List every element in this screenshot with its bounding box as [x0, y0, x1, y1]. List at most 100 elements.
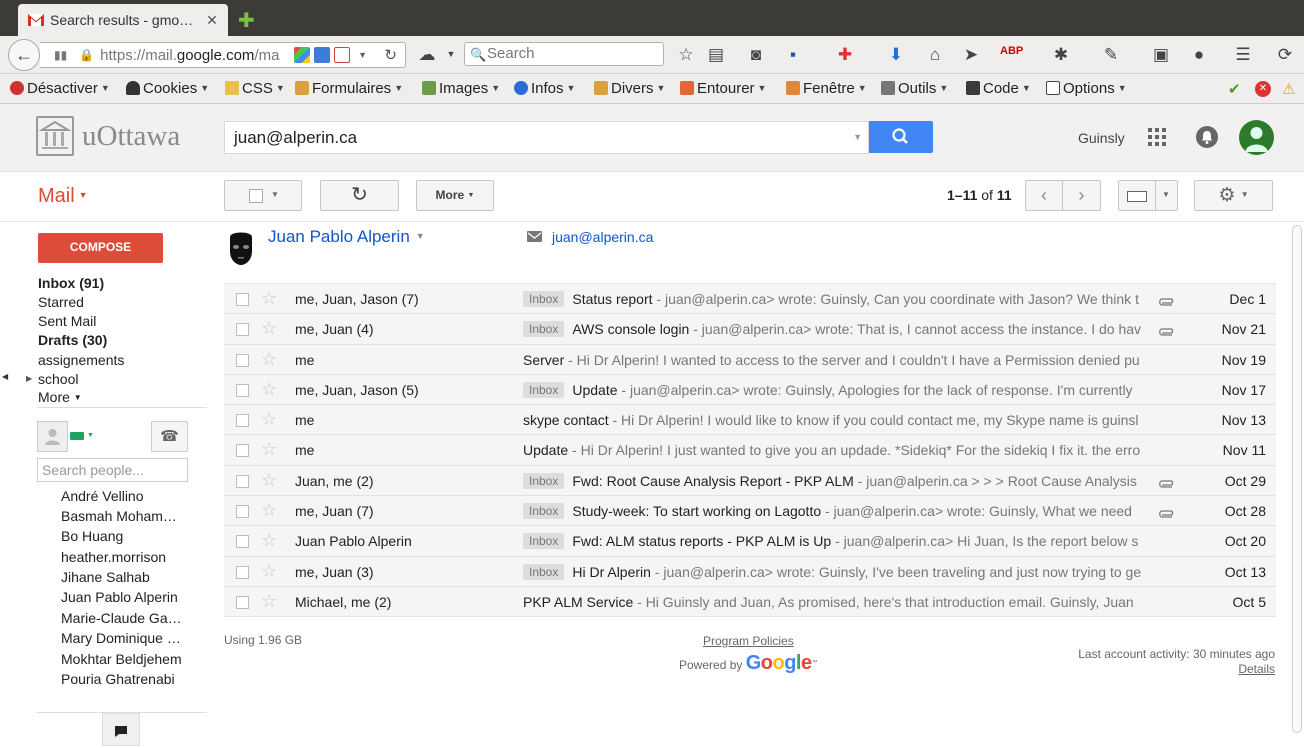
email-row[interactable]: ☆ me Update - Hi Dr Alperin! I just wanted…: [224, 435, 1276, 466]
row-checkbox[interactable]: [236, 565, 249, 579]
email-row[interactable]: ☆ Michael, me (2) PKP ALM Service - Hi Gui…: [224, 586, 1276, 618]
sidebar-item-starred[interactable]: Starred: [38, 294, 84, 310]
cloud-icon[interactable]: ☁: [416, 45, 438, 65]
mail-search-input[interactable]: juan@alperin.ca ▼: [224, 121, 869, 154]
video-call-icon[interactable]: [70, 432, 84, 440]
row-checkbox[interactable]: [236, 535, 249, 549]
people-search-input[interactable]: Search people...: [37, 458, 188, 482]
star-icon[interactable]: ☆: [261, 500, 277, 521]
inbox-label[interactable]: Inbox: [523, 381, 565, 398]
row-checkbox[interactable]: [236, 444, 249, 458]
eyedropper-icon[interactable]: ✎: [1100, 45, 1122, 65]
sidebar-item-drafts[interactable]: Drafts (30): [38, 332, 107, 348]
account-name[interactable]: Guinsly: [1078, 130, 1125, 146]
email-row[interactable]: ☆ me Server - Hi Dr Alperin! I wanted to a…: [224, 344, 1276, 375]
star-icon[interactable]: ☆: [261, 591, 277, 612]
tab-close-icon[interactable]: ✕: [202, 12, 222, 29]
contact-dropdown-icon[interactable]: ▼: [416, 231, 425, 241]
home-icon[interactable]: ⌂: [924, 45, 946, 65]
reading-list-icon[interactable]: ▤: [705, 45, 727, 65]
email-row[interactable]: ☆ me, Juan (3) Inbox Hi Dr Alperin - juan@a…: [224, 556, 1276, 587]
addon-bug-icon[interactable]: ✱: [1050, 45, 1072, 65]
row-checkbox[interactable]: [236, 323, 249, 337]
inbox-label[interactable]: Inbox: [523, 563, 565, 580]
account-avatar[interactable]: [1239, 120, 1274, 155]
adblock-icon[interactable]: ABP: [1000, 45, 1023, 57]
pocket-icon[interactable]: ◙: [745, 45, 767, 65]
program-policies-link[interactable]: Program Policies: [703, 634, 794, 648]
star-icon[interactable]: ☆: [261, 288, 277, 309]
wd-options-menu[interactable]: Options ▼: [1046, 80, 1127, 97]
row-checkbox[interactable]: [236, 505, 249, 519]
save-page-icon[interactable]: ▣: [1150, 45, 1172, 65]
compose-button[interactable]: COMPOSE: [38, 233, 163, 263]
email-row[interactable]: ☆ me, Juan, Jason (5) Inbox Update - juan@a…: [224, 374, 1276, 406]
expand-label-icon[interactable]: ▶: [26, 374, 32, 383]
hangouts-avatar[interactable]: [37, 421, 68, 452]
back-button[interactable]: ←: [8, 39, 40, 71]
save-disk-icon[interactable]: ▪: [782, 45, 804, 65]
contact-item[interactable]: Bo Huang: [61, 528, 123, 544]
bookmark-star-icon[interactable]: ☆: [675, 45, 697, 65]
sidebar-item-assignements[interactable]: assignements: [38, 352, 124, 368]
url-bar[interactable]: ▮▮ 🔒 https://mail.google.com/ma ▼ ↻: [40, 42, 406, 68]
sidebar-item-inbox[interactable]: Inbox (91): [38, 275, 104, 291]
email-row[interactable]: ☆ Juan, me (2) Inbox Fwd: Root Cause Analys…: [224, 465, 1276, 497]
input-tools-button[interactable]: ▼: [1118, 180, 1178, 211]
new-tab-icon[interactable]: ✚: [238, 8, 255, 33]
refresh-button[interactable]: ↻: [320, 180, 399, 211]
email-row[interactable]: ☆ me, Juan, Jason (7) Inbox Status report -…: [224, 284, 1276, 315]
search-button[interactable]: [869, 121, 933, 153]
row-checkbox[interactable]: [236, 293, 249, 306]
wd-disable-menu[interactable]: Désactiver ▼: [10, 80, 110, 97]
contact-email[interactable]: juan@alperin.ca: [552, 229, 653, 245]
wd-css-menu[interactable]: CSS ▼: [225, 80, 285, 97]
email-row[interactable]: ☆ me, Juan (7) Inbox Study-week: To start w…: [224, 496, 1276, 527]
row-checkbox[interactable]: [236, 383, 249, 397]
wd-window-menu[interactable]: Fenêtre ▼: [786, 80, 867, 97]
inbox-label[interactable]: Inbox: [523, 291, 565, 307]
inbox-label[interactable]: Inbox: [523, 533, 565, 550]
wd-cookies-menu[interactable]: Cookies ▼: [126, 80, 209, 97]
newer-button[interactable]: ‹: [1025, 180, 1063, 211]
email-row[interactable]: ☆ Juan Pablo Alperin Inbox Fwd: ALM status …: [224, 526, 1276, 557]
video-dropdown-icon[interactable]: ▼: [87, 432, 94, 439]
contact-name[interactable]: Juan Pablo Alperin ▼: [268, 227, 425, 247]
contact-item[interactable]: André Vellino: [61, 488, 144, 504]
sidebar-item-school[interactable]: school: [38, 371, 78, 387]
settings-button[interactable]: ⚙ ▼: [1194, 180, 1273, 211]
wd-outline-menu[interactable]: Entourer ▼: [680, 80, 766, 97]
contact-item[interactable]: Marie-Claude Ga…: [61, 610, 182, 626]
select-all-checkbox[interactable]: [249, 189, 263, 203]
phone-call-button[interactable]: ☎: [151, 421, 188, 452]
star-icon[interactable]: ☆: [261, 470, 277, 491]
chat-button[interactable]: [102, 713, 140, 746]
star-icon[interactable]: ☆: [261, 409, 277, 430]
scrollbar[interactable]: [1292, 225, 1302, 733]
mail-menu[interactable]: Mail ▼: [38, 185, 88, 208]
wd-info-menu[interactable]: Infos ▼: [514, 80, 575, 97]
star-icon[interactable]: ☆: [261, 530, 277, 551]
email-row[interactable]: ☆ me skype contact - Hi Dr Alperin! I woul…: [224, 405, 1276, 436]
hamburger-menu-icon[interactable]: ☰: [1232, 45, 1254, 65]
sync-icon[interactable]: ⟳: [1274, 45, 1296, 65]
send-icon[interactable]: ➤: [960, 45, 982, 65]
sidebar-item-sent[interactable]: Sent Mail: [38, 313, 96, 329]
addon-red-icon[interactable]: ✚: [834, 45, 856, 65]
contact-item[interactable]: heather.morrison: [61, 549, 166, 565]
chat-addon-icon[interactable]: ●: [1188, 45, 1210, 65]
contact-item[interactable]: Jihane Salhab: [61, 569, 150, 585]
star-icon[interactable]: ☆: [261, 318, 277, 339]
check-icon[interactable]: ✔: [1228, 80, 1241, 98]
warning-icon[interactable]: ⚠: [1282, 80, 1295, 98]
more-actions-button[interactable]: More ▼: [416, 180, 494, 211]
wd-tools-menu[interactable]: Outils ▼: [881, 80, 948, 97]
inbox-label[interactable]: Inbox: [523, 321, 565, 338]
contact-item[interactable]: Juan Pablo Alperin: [61, 589, 178, 605]
star-icon[interactable]: ☆: [261, 439, 277, 460]
browser-tab[interactable]: Search results - gmo… ✕: [18, 4, 228, 36]
inbox-label[interactable]: Inbox: [523, 472, 565, 489]
sidebar-collapse-icon[interactable]: ◀: [2, 372, 8, 381]
cloud-dropdown-icon[interactable]: ▼: [440, 49, 462, 59]
email-row[interactable]: ☆ me, Juan (4) Inbox AWS console login - ju…: [224, 314, 1276, 345]
